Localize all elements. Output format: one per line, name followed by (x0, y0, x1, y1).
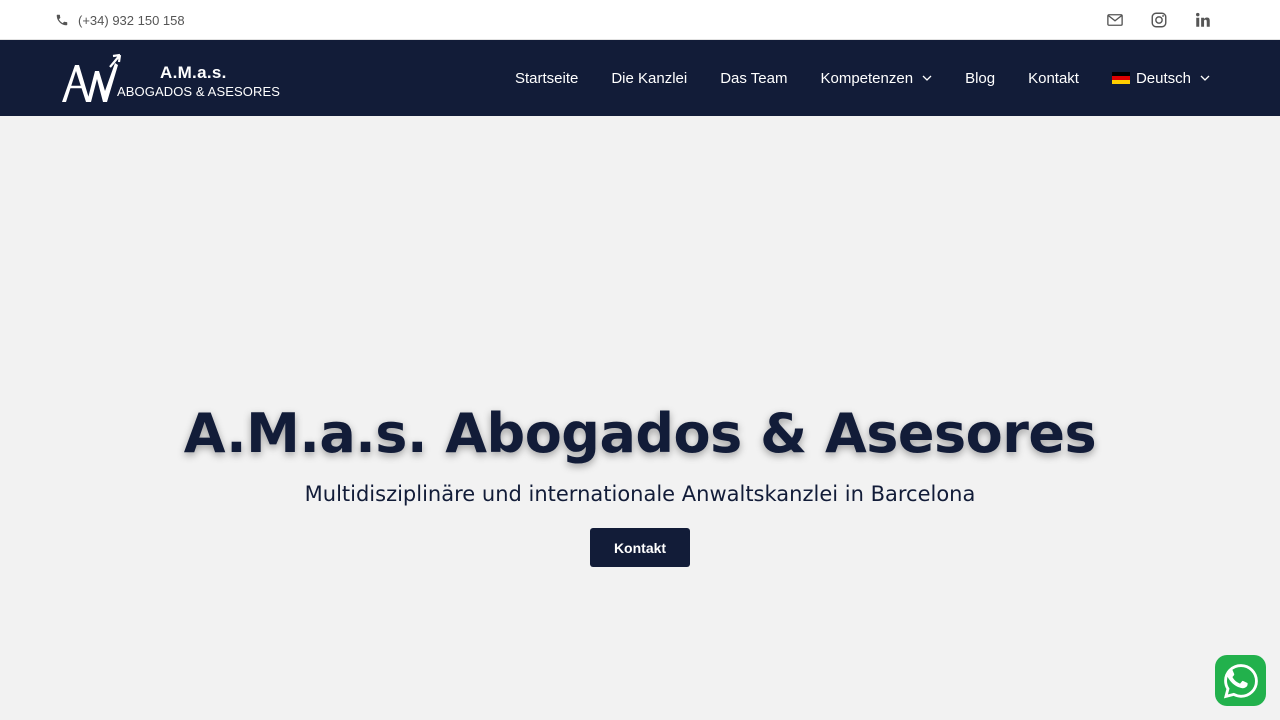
whatsapp-button[interactable] (1215, 655, 1266, 706)
phone-number: (+34) 932 150 158 (78, 12, 185, 28)
hero-section: A.M.a.s. Abogados & Asesores Multidiszip… (0, 116, 1280, 720)
top-bar: (+34) 932 150 158 (0, 0, 1280, 40)
whatsapp-icon (1223, 663, 1258, 698)
instagram-icon (1151, 12, 1167, 28)
nav-kompetenzen-label: Kompetenzen (820, 69, 914, 87)
logo-line-2: ABOGADOS & ASESORES (117, 84, 281, 99)
nav-das-team[interactable]: Das Team (720, 70, 787, 87)
hero-subtitle: Multidisziplinäre und internationale Anw… (304, 482, 976, 506)
phone-link[interactable]: (+34) 932 150 158 (55, 0, 185, 40)
chevron-down-icon (922, 75, 932, 81)
nav-blog[interactable]: Blog (965, 70, 995, 87)
linkedin-icon (1196, 12, 1210, 27)
language-label: Deutsch (1135, 69, 1191, 87)
logo-line-1: A.M.a.s. (160, 63, 227, 82)
instagram-link[interactable] (1150, 11, 1168, 29)
nav-kontakt[interactable]: Kontakt (1028, 70, 1079, 87)
social-links (1080, 0, 1212, 40)
hero-title: A.M.a.s. Abogados & Asesores (183, 402, 1097, 465)
nav-kompetenzen[interactable]: Kompetenzen (820, 70, 932, 87)
linkedin-link[interactable] (1194, 11, 1212, 29)
german-flag-icon (1111, 72, 1130, 84)
language-switcher[interactable]: Deutsch (1111, 69, 1210, 87)
mail-icon (1107, 14, 1123, 26)
main-navigation: A.M.a.s. ABOGADOS & ASESORES Startseite … (0, 40, 1280, 116)
site-logo[interactable]: A.M.a.s. ABOGADOS & ASESORES (60, 53, 280, 105)
menu: Startseite Die Kanzlei Das Team Kompeten… (515, 40, 1210, 116)
chevron-down-icon (1200, 75, 1210, 81)
contact-button[interactable]: Kontakt (590, 528, 690, 567)
phone-icon (56, 14, 68, 26)
mail-link[interactable] (1106, 11, 1124, 29)
logo-am-mark (62, 53, 122, 102)
nav-die-kanzlei[interactable]: Die Kanzlei (611, 70, 687, 87)
nav-startseite[interactable]: Startseite (515, 70, 578, 87)
